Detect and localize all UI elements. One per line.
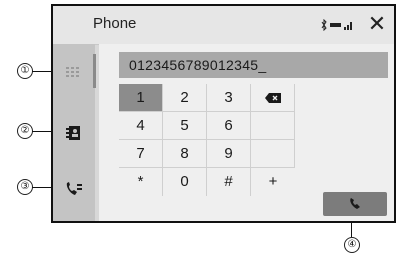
close-button[interactable]: ✕ [364,11,390,37]
call-history-icon [66,182,82,195]
backspace-icon [264,93,281,104]
call-icon [350,198,360,209]
key-3[interactable]: 3 [207,84,251,112]
key-7[interactable]: 7 [119,140,163,168]
sidebar-item-phonebook[interactable] [59,118,89,148]
phonebook-icon [66,126,80,140]
bluetooth-battery-signal-icon [321,19,352,31]
key-plus[interactable]: + [251,168,295,196]
key-6[interactable]: 6 [207,112,251,140]
key-0[interactable]: 0 [163,168,207,196]
sidebar-item-call-history[interactable] [59,174,89,204]
key-9[interactable]: 9 [207,140,251,168]
phone-number-field[interactable]: 0123456789012345_ [119,52,388,78]
sidebar [53,44,96,221]
callout-1: ① [17,63,33,79]
callout-2: ② [17,123,33,139]
key-hash[interactable]: # [207,168,251,196]
key-empty-1 [251,112,295,140]
header-bar: Phone ✕ [53,6,394,45]
key-empty-2 [251,140,295,168]
sidebar-scrollbar[interactable] [93,54,96,88]
key-8[interactable]: 8 [163,140,207,168]
key-1[interactable]: 1 [119,84,163,112]
key-4[interactable]: 4 [119,112,163,140]
dialer-panel: 0123456789012345_ 1 2 3 4 5 6 7 8 9 * 0 … [99,44,394,221]
callout-4: ④ [344,237,360,253]
callout-3: ③ [17,179,33,195]
key-2[interactable]: 2 [163,84,207,112]
phone-screen: Phone ✕ 0123456789012345_ 1 2 3 4 5 6 7 … [51,4,396,223]
call-button[interactable] [323,192,387,216]
key-star[interactable]: * [119,168,163,196]
page-title: Phone [93,15,137,32]
backspace-button[interactable] [251,84,295,112]
key-5[interactable]: 5 [163,112,207,140]
sidebar-item-dialpad[interactable] [59,58,89,88]
dialpad-icon [66,67,79,77]
